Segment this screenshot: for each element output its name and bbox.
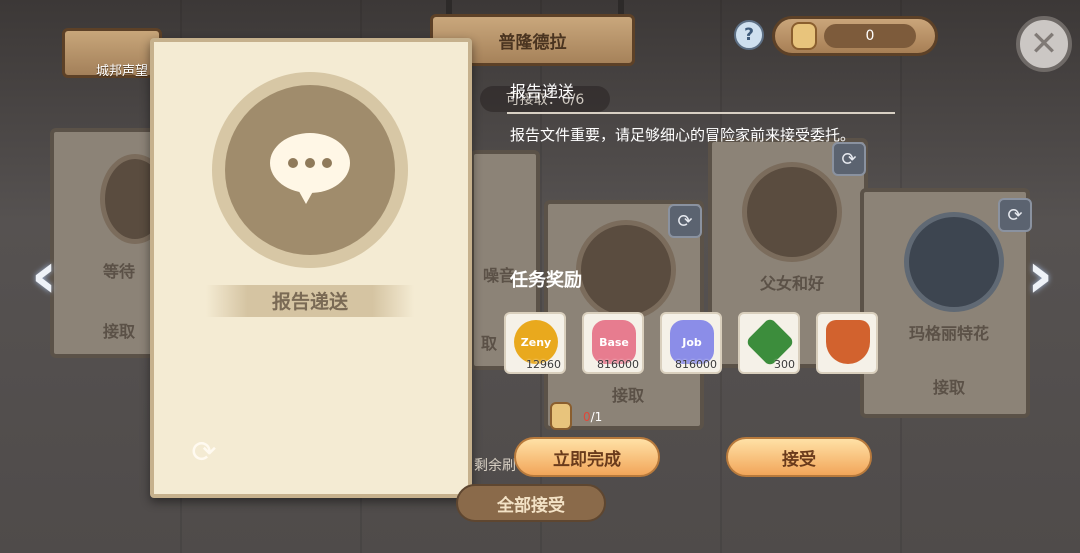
next-arrow-icon[interactable]: ›: [1010, 238, 1070, 314]
refresh-icon[interactable]: ⟳: [184, 432, 224, 472]
progress-count: 0/1: [583, 410, 602, 424]
progress-current: 0: [583, 410, 591, 424]
reward-zeny[interactable]: Zeny 12960: [504, 312, 566, 374]
help-icon[interactable]: ?: [734, 20, 764, 50]
city-reputation-label: 城邦声望: [96, 64, 149, 79]
reward-job-exp[interactable]: Job 816000: [660, 312, 722, 374]
currency-value: 0: [824, 24, 916, 48]
quest-description: 报告文件重要，请足够细心的冒险家前来接受委托。: [510, 126, 856, 144]
reward-heading: 任务奖励: [510, 270, 582, 291]
reward-base-exp[interactable]: Base 816000: [582, 312, 644, 374]
prev-arrow-icon[interactable]: ‹: [14, 238, 74, 314]
reward-amount: 12960: [526, 358, 561, 371]
accept-all-button[interactable]: 全部接受: [456, 484, 606, 522]
currency-icon: [791, 22, 817, 50]
progress-item-icon: [546, 402, 574, 430]
chat-bubble-tail: [296, 186, 316, 204]
reward-trident-token[interactable]: 300: [738, 312, 800, 374]
close-icon[interactable]: ✕: [1016, 16, 1072, 72]
title-divider: [507, 112, 895, 114]
quest-detail-title: 报告递送: [510, 82, 575, 101]
bg-card-action: 接取: [932, 378, 965, 397]
bg-card-title: 玛格丽特花: [908, 324, 989, 343]
bg-card-action: 取: [480, 334, 497, 353]
reward-amount: 816000: [675, 358, 717, 371]
refresh-icon[interactable]: ⟳: [668, 204, 702, 238]
bg-quest-card[interactable]: 玛格丽特花 接取 ⟳: [860, 188, 1032, 418]
bg-card-title: 父女和好: [759, 274, 824, 293]
quest-card-title: 报告递送: [271, 291, 348, 313]
chat-bubble-icon: [270, 133, 350, 193]
leftover-refresh-text: 剩余刷: [474, 458, 516, 474]
complete-now-button[interactable]: 立即完成: [514, 437, 660, 477]
location-label: 普隆德拉: [498, 32, 567, 53]
emblem-shield-icon: [826, 320, 870, 364]
refresh-icon[interactable]: ⟳: [998, 198, 1032, 232]
progress-total: /1: [590, 410, 603, 424]
reward-emblem[interactable]: [816, 312, 878, 374]
reward-amount: 816000: [597, 358, 639, 371]
reward-amount: 300: [774, 358, 795, 371]
accept-button[interactable]: 接受: [726, 437, 872, 477]
refresh-icon[interactable]: ⟳: [832, 142, 866, 176]
